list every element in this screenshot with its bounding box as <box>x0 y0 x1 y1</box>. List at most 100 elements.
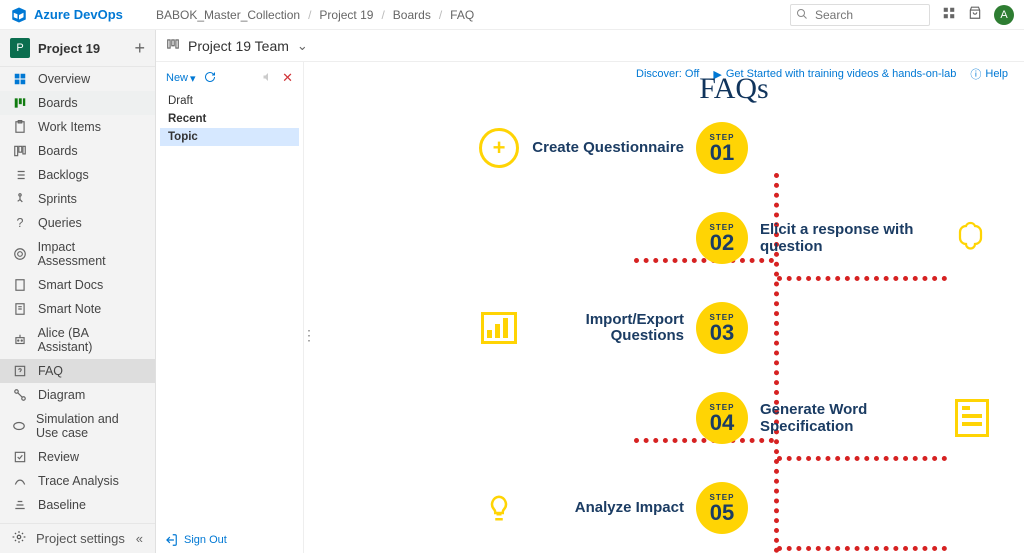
sidebar-item-faq[interactable]: FAQ <box>0 359 155 383</box>
step-label: Create Questionnaire <box>524 140 684 157</box>
project-name: Project 19 <box>38 41 134 56</box>
step-badge: STEP04 <box>696 392 748 444</box>
check-icon <box>12 450 28 464</box>
breadcrumb-item[interactable]: Project 19 <box>319 8 373 22</box>
usecase-icon <box>12 419 26 433</box>
project-header[interactable]: P Project 19 + <box>0 30 155 67</box>
sidebar-item-label: Smart Docs <box>38 278 103 292</box>
faq-title: FAQs <box>474 72 994 106</box>
step-label: Analyze Impact <box>524 500 684 517</box>
list-icon <box>12 168 28 182</box>
project-badge: P <box>10 38 30 58</box>
sidebar-item-label: Backlogs <box>38 168 89 182</box>
breadcrumb-item[interactable]: Boards <box>393 8 431 22</box>
close-icon[interactable]: ✕ <box>282 70 293 86</box>
sidebar-item-simulation[interactable]: Simulation and Use case <box>0 407 155 445</box>
tree-item-topic[interactable]: Topic <box>160 128 299 146</box>
sidebar-item-backlogs[interactable]: Backlogs <box>0 163 155 187</box>
refresh-icon[interactable] <box>204 71 216 86</box>
sidebar-item-impact[interactable]: Impact Assessment <box>0 235 155 273</box>
baseline-icon <box>12 498 28 512</box>
breadcrumb-item[interactable]: BABOK_Master_Collection <box>156 8 300 22</box>
signout-icon <box>164 533 178 547</box>
clipboard-icon <box>12 120 28 134</box>
sidebar-item-smart-note[interactable]: Smart Note <box>0 297 155 321</box>
mute-icon[interactable] <box>262 71 274 86</box>
note-icon <box>12 302 28 316</box>
sidebar-item-boards-parent[interactable]: Boards <box>0 91 155 115</box>
user-avatar[interactable]: A <box>994 5 1014 25</box>
team-name[interactable]: Project 19 Team <box>188 38 289 54</box>
sidebar-item-label: Boards <box>38 96 78 110</box>
step-label: Generate Word Specification <box>760 401 950 436</box>
team-icon <box>166 37 180 54</box>
brand-name: Azure DevOps <box>34 7 123 22</box>
sidebar-footer[interactable]: Project settings « <box>0 523 155 553</box>
grid-view-icon[interactable] <box>942 6 956 23</box>
diagram-icon <box>12 388 28 402</box>
sidebar-item-label: Overview <box>38 72 90 86</box>
step-label: Elicit a response with question <box>760 221 950 256</box>
sidebar-item-sprints[interactable]: Sprints <box>0 187 155 211</box>
sidebar-item-alice[interactable]: Alice (BA Assistant) <box>0 321 155 359</box>
search-input[interactable] <box>790 4 930 26</box>
plus-circle-icon: + <box>479 128 519 168</box>
tree-item-draft[interactable]: Draft <box>160 92 299 110</box>
step-badge: STEP01 <box>696 122 748 174</box>
sidebar-item-label: Review <box>38 450 79 464</box>
step-label: Import/Export Questions <box>524 312 684 345</box>
sidebar-item-label: Sprints <box>38 192 77 206</box>
chart-icon <box>481 312 517 344</box>
step-badge: STEP05 <box>696 482 748 534</box>
trace-icon <box>12 474 28 488</box>
sidebar-item-queries[interactable]: ? Queries <box>0 211 155 235</box>
doc-icon <box>12 278 28 292</box>
tree-item-recent[interactable]: Recent <box>160 110 299 128</box>
collapse-icon[interactable]: « <box>136 531 143 546</box>
project-settings-label: Project settings <box>36 531 125 546</box>
sidebar-item-overview[interactable]: Overview <box>0 67 155 91</box>
search-icon <box>796 8 808 23</box>
sidebar-item-label: Alice (BA Assistant) <box>38 326 143 354</box>
add-project-icon[interactable]: + <box>134 39 145 57</box>
brain-icon <box>950 220 994 256</box>
sign-out-link[interactable]: Sign Out <box>164 533 227 547</box>
target-icon <box>12 247 28 261</box>
step-badge: STEP03 <box>696 302 748 354</box>
board-icon <box>12 96 28 110</box>
azure-devops-logo-icon <box>10 6 28 24</box>
faq-canvas: Discover: Off ▶Get Started with training… <box>304 62 1024 553</box>
shopping-bag-icon[interactable] <box>968 6 982 23</box>
sidebar-item-review[interactable]: Review <box>0 445 155 469</box>
columns-icon <box>12 144 28 158</box>
sidebar-item-label: Trace Analysis <box>38 474 119 488</box>
sidebar-item-label: FAQ <box>38 364 63 378</box>
sidebar-item-smart-docs[interactable]: Smart Docs <box>0 273 155 297</box>
run-icon <box>12 192 28 206</box>
sidebar: P Project 19 + Overview Boards Work Item… <box>0 30 156 553</box>
robot-icon <box>12 333 28 347</box>
sidebar-nav: Overview Boards Work Items Boards Backlo… <box>0 67 155 523</box>
sidebar-item-label: Queries <box>38 216 82 230</box>
panel-resize-handle[interactable]: ⋮ <box>304 322 314 348</box>
sidebar-item-label: Diagram <box>38 388 85 402</box>
sidebar-item-trace[interactable]: Trace Analysis <box>0 469 155 493</box>
grid-icon <box>12 72 28 86</box>
sidebar-item-label: Smart Note <box>38 302 101 316</box>
breadcrumb: BABOK_Master_Collection/ Project 19/ Boa… <box>156 8 790 22</box>
gear-icon <box>12 530 26 547</box>
new-dropdown[interactable]: New▾ <box>166 72 196 85</box>
sidebar-item-work-items[interactable]: Work Items <box>0 115 155 139</box>
document-icon <box>955 399 989 437</box>
sidebar-item-boards[interactable]: Boards <box>0 139 155 163</box>
sidebar-item-diagram[interactable]: Diagram <box>0 383 155 407</box>
faq-icon <box>12 364 28 378</box>
sidebar-item-baseline[interactable]: Baseline <box>0 493 155 517</box>
question-icon: ? <box>12 216 28 230</box>
chevron-down-icon[interactable]: ⌄ <box>297 38 308 54</box>
sidebar-item-label: Baseline <box>38 498 86 512</box>
tree-panel: New▾ ✕ Draft Recent Topic <box>156 62 304 553</box>
breadcrumb-item[interactable]: FAQ <box>450 8 474 22</box>
top-bar: Azure DevOps BABOK_Master_Collection/ Pr… <box>0 0 1024 30</box>
sidebar-item-label: Boards <box>38 144 78 158</box>
